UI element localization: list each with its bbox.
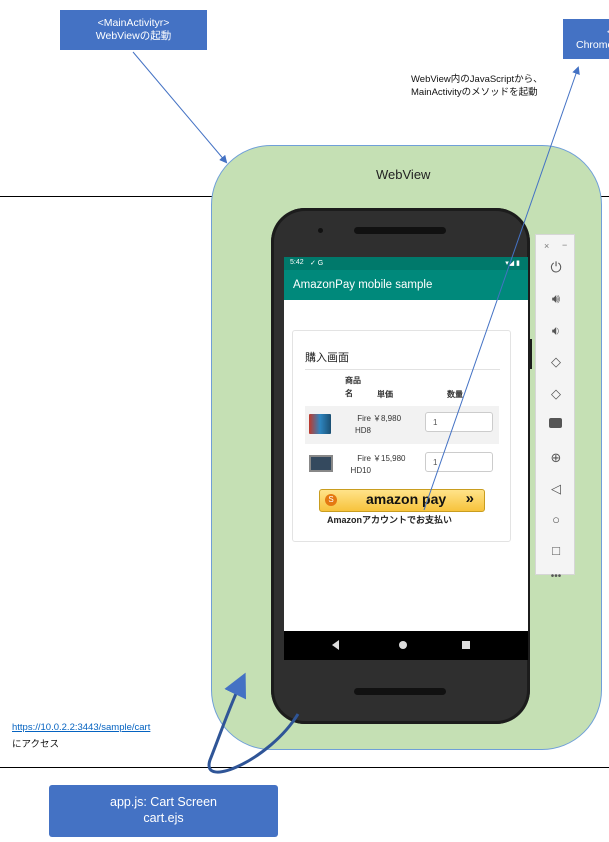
arrow-app-to-phone (207, 672, 300, 774)
arrow-main-to-webview (132, 51, 228, 164)
arrow-js-to-chrome (423, 66, 580, 511)
arrow-overlay (132, 51, 580, 774)
